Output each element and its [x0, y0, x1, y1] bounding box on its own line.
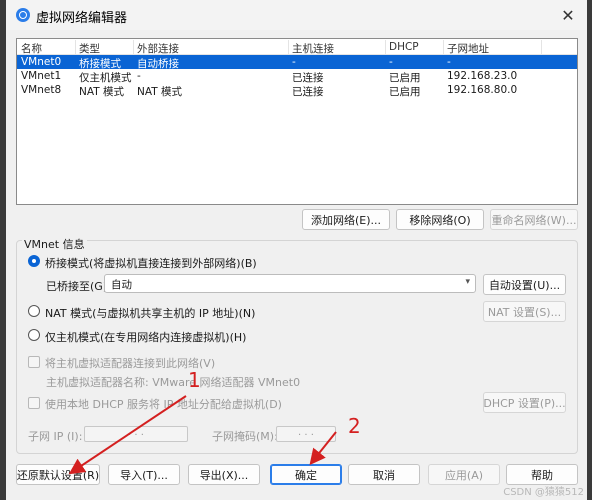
column-separator: [443, 40, 444, 54]
nat-radio-label[interactable]: NAT 模式(与虚拟机共享主机的 IP 地址)(N): [45, 305, 255, 321]
cancel-button[interactable]: 取消: [348, 464, 420, 485]
auto-settings-button[interactable]: 自动设置(U)...: [483, 274, 566, 295]
import-button[interactable]: 导入(T)...: [108, 464, 180, 485]
column-separator: [75, 40, 76, 54]
hostonly-radio-label[interactable]: 仅主机模式(在专用网络内连接虚拟机)(H): [45, 329, 246, 345]
dhcp-checkbox-label[interactable]: 使用本地 DHCP 服务将 IP 地址分配给虚拟机(D): [45, 396, 282, 412]
column-header-dhcp[interactable]: DHCP: [389, 41, 419, 53]
background-edge-left: [0, 0, 6, 500]
cell-subnet: -: [447, 56, 451, 68]
network-table[interactable]: 名称 类型 外部连接 主机连接 DHCP 子网地址 VMnet0 桥接模式 自动…: [16, 38, 578, 205]
watermark: CSDN @猿猿512: [503, 487, 584, 498]
column-header-name[interactable]: 名称: [21, 41, 42, 56]
subnet-mask-input[interactable]: . . .: [276, 426, 336, 442]
table-row[interactable]: VMnet1 仅主机模式 - 已连接 已启用 192.168.23.0: [17, 69, 577, 84]
cell-type: NAT 模式: [79, 86, 124, 98]
close-button[interactable]: ✕: [557, 4, 579, 26]
background-edge-right: [587, 0, 592, 500]
cell-name: VMnet1: [21, 70, 62, 82]
column-header-external[interactable]: 外部连接: [137, 41, 179, 56]
column-separator: [541, 40, 542, 54]
export-button[interactable]: 导出(X)...: [188, 464, 260, 485]
column-header-host[interactable]: 主机连接: [292, 41, 334, 56]
hostonly-radio[interactable]: [28, 329, 40, 341]
adapter-name-text: 主机虚拟适配器名称: VMware 网络适配器 VMnet0: [46, 376, 301, 389]
subnet-ip-label: 子网 IP (I):: [28, 430, 83, 443]
table-header: 名称 类型 外部连接 主机连接 DHCP 子网地址: [17, 39, 577, 55]
title-bar: 虚拟网络编辑器 ✕: [6, 0, 587, 30]
cell-dhcp: 已启用: [389, 86, 421, 98]
column-separator: [385, 40, 386, 54]
cell-subnet: 192.168.80.0: [447, 84, 518, 96]
cell-dhcp: -: [389, 56, 393, 68]
connect-adapter-checkbox[interactable]: [28, 356, 40, 368]
column-header-subnet[interactable]: 子网地址: [447, 41, 489, 56]
subnet-ip-input[interactable]: . . .: [84, 426, 188, 442]
nat-radio[interactable]: [28, 305, 40, 317]
ok-button[interactable]: 确定: [270, 464, 342, 485]
dhcp-settings-button[interactable]: DHCP 设置(P)...: [483, 392, 566, 413]
cell-host: -: [292, 56, 296, 68]
dhcp-checkbox[interactable]: [28, 397, 40, 409]
rename-network-button[interactable]: 重命名网络(W)...: [490, 209, 578, 230]
cell-name: VMnet0: [21, 56, 62, 68]
chevron-down-icon: ▾: [465, 277, 470, 287]
column-separator: [288, 40, 289, 54]
nat-settings-button[interactable]: NAT 设置(S)...: [483, 301, 566, 322]
vmnet-info-group: [16, 240, 578, 454]
bridged-radio[interactable]: [28, 255, 40, 267]
window-title: 虚拟网络编辑器: [36, 11, 128, 26]
bridged-to-select[interactable]: 自动 ▾: [104, 274, 476, 293]
subnet-mask-label: 子网掩码(M):: [212, 430, 278, 443]
step-1-number: 1: [188, 368, 201, 392]
table-row[interactable]: VMnet0 桥接模式 自动桥接 - - -: [17, 55, 577, 70]
table-row[interactable]: VMnet8 NAT 模式 NAT 模式 已连接 已启用 192.168.80.…: [17, 83, 577, 98]
network-globe-icon: [16, 8, 30, 22]
vmnet-info-label: VMnet 信息: [22, 236, 87, 252]
bridged-to-value: 自动: [111, 279, 132, 291]
apply-button[interactable]: 应用(A): [428, 464, 500, 485]
step-2-number: 2: [348, 414, 361, 438]
cell-external: NAT 模式: [137, 86, 182, 98]
help-button[interactable]: 帮助: [506, 464, 578, 485]
remove-network-button[interactable]: 移除网络(O): [396, 209, 484, 230]
cell-name: VMnet8: [21, 84, 62, 96]
column-header-type[interactable]: 类型: [79, 41, 100, 56]
cell-subnet: 192.168.23.0: [447, 70, 518, 82]
cell-host: 已连接: [292, 86, 324, 98]
bridged-radio-label[interactable]: 桥接模式(将虚拟机直接连接到外部网络)(B): [45, 255, 257, 271]
cell-external: -: [137, 70, 141, 82]
add-network-button[interactable]: 添加网络(E)...: [302, 209, 390, 230]
column-separator: [133, 40, 134, 54]
restore-defaults-button[interactable]: 还原默认设置(R): [16, 464, 100, 485]
bridged-to-label: 已桥接至(G):: [46, 280, 111, 293]
